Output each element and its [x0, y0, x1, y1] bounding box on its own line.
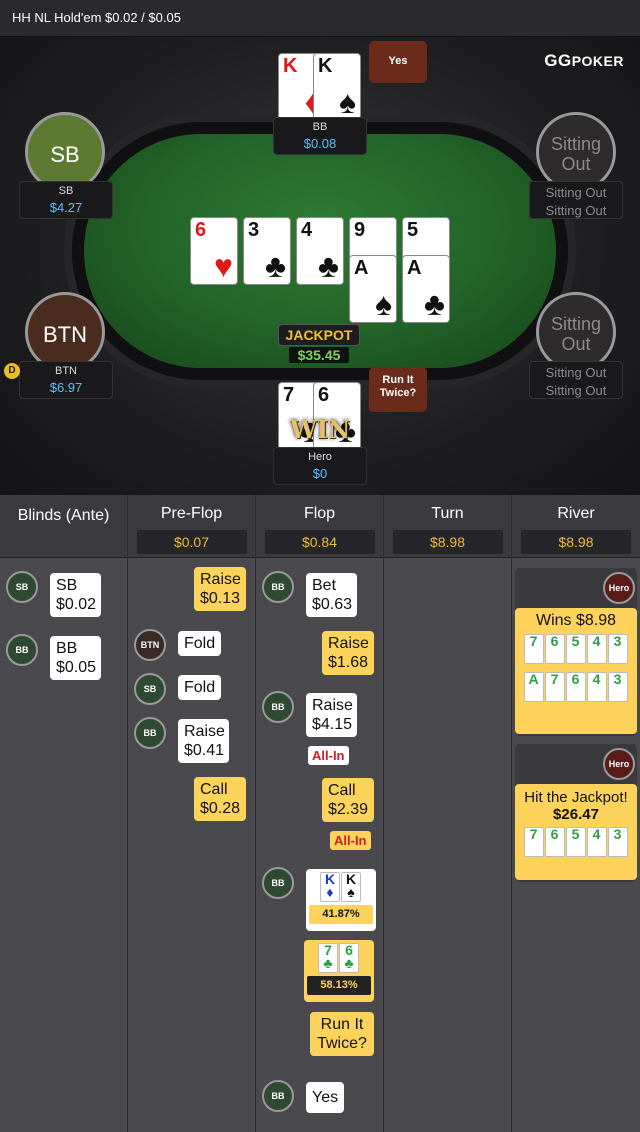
col-blinds: Blinds (Ante) SB SB $0.02 BB BB $0.05 [0, 495, 128, 1132]
sitting-out-seat-top[interactable]: Sitting Out [536, 112, 616, 192]
hand-history: Blinds (Ante) SB SB $0.02 BB BB $0.05 Pre-… [0, 495, 640, 1132]
action-hero-raise-flop: Raise $1.68 [322, 631, 374, 675]
bb-chip: BB [262, 691, 294, 723]
sitting-out-nameplate-bottom: Sitting Out Sitting Out [529, 361, 623, 399]
mini-card: 6 [544, 634, 565, 664]
jackpot-result-panel: Hero Hit the Jackpot! $26.47 76543 [515, 744, 637, 882]
action-bb-bet: Bet $0.63 [306, 573, 357, 617]
btn-seat-avatar[interactable]: BTN [25, 292, 105, 372]
sitting-out-seat-bottom[interactable]: Sitting Out [536, 292, 616, 372]
mini-card: 3 [607, 672, 628, 702]
col-flop: Flop $0.84 BB Bet $0.63 Raise $1.68 BB Rais… [256, 495, 384, 1132]
bb-chip: BB [134, 717, 166, 749]
mini-card: 7 [523, 827, 544, 857]
col-flop-header: Flop $0.84 [256, 495, 383, 558]
poker-table: GGPOKER K♦ K♠ BB$0.08 Yes SB SB$4.27 BTN… [0, 37, 640, 495]
action-hero-call: Call $0.28 [194, 777, 246, 821]
mini-card: 6 ♣ [339, 943, 359, 973]
col-river: River $8.98 Hero Wins $8.98 76543 A7643 H… [512, 495, 640, 1132]
run1-result-panel: Hero Wins $8.98 76543 A7643 [515, 568, 637, 736]
mini-card: 3 [607, 634, 628, 664]
sb-nameplate[interactable]: SB $4.27 [19, 181, 113, 219]
col-river-header: River $8.98 [512, 495, 640, 558]
board-card-2: 3 ♣ [243, 217, 291, 285]
sitting-out-nameplate-top: Sitting Out Sitting Out [529, 181, 623, 219]
jackpot-label: JACKPOT [278, 324, 360, 346]
jackpot-amount: $35.45 [289, 347, 349, 363]
ggpoker-logo: GGPOKER [544, 51, 624, 70]
action-bb-yes: Yes [306, 1082, 345, 1113]
bb-card-2: K ♠ [313, 53, 361, 121]
mini-card: 6 [544, 827, 565, 857]
mini-card: 4 [586, 672, 607, 702]
action-sb-fold: Fold [178, 675, 222, 700]
sb-seat-avatar[interactable]: SB [25, 112, 105, 192]
run1-board: A7643 [515, 672, 637, 702]
col-blinds-header: Blinds (Ante) [0, 495, 127, 558]
all-in-badge: All-In [308, 746, 349, 765]
hero-chip: Hero [603, 572, 635, 604]
mini-card: 7 ♣ [318, 943, 338, 973]
action-sb-post: SB $0.02 [50, 573, 101, 617]
mini-card: 5 [565, 634, 586, 664]
mini-card: 5 [565, 827, 586, 857]
btn-chip: BTN [134, 629, 166, 661]
bb-nameplate[interactable]: BB $0.08 [273, 117, 367, 155]
action-hero-call-flop: Call $2.39 [322, 778, 374, 822]
title-bar: HH NL Hold'em $0.02 / $0.05 [0, 0, 640, 37]
hero-speech-bubble: Run It Twice? [369, 367, 427, 412]
mini-card: K ♦ [320, 872, 340, 902]
mini-card: A [523, 672, 544, 702]
action-hero-raise: Raise $0.13 [194, 567, 246, 611]
jackpot-win-amount: $26.47 [553, 806, 599, 823]
col-preflop: Pre-Flop $0.07 Raise $0.13 BTN Fold SB Fol… [128, 495, 256, 1132]
dealer-button: D [4, 363, 20, 379]
run1-hand: 76543 [515, 634, 637, 664]
sb-chip: SB [134, 673, 166, 705]
action-bb-raise-flop: Raise $4.15 [306, 693, 357, 737]
hero-equity: 58.13% [307, 976, 371, 995]
bb-chip: BB [262, 1080, 294, 1112]
board2-card-5: A ♣ [402, 255, 450, 323]
run1-title: Wins $8.98 [535, 612, 617, 629]
bb-chip: BB [262, 571, 294, 603]
table-title: HH NL Hold'em $0.02 / $0.05 [12, 10, 181, 25]
bb-showdown-cards: K ♦K ♠ 41.87% [306, 869, 376, 931]
action-btn-fold: Fold [178, 631, 222, 656]
col-turn: Turn $8.98 [384, 495, 512, 1132]
sb-chip: SB [6, 571, 38, 603]
board2-card-4: A ♠ [349, 255, 397, 323]
col-turn-header: Turn $8.98 [384, 495, 511, 558]
action-bb-post: BB $0.05 [50, 636, 101, 680]
mini-card: 7 [523, 634, 544, 664]
board-card-1: 6 ♥ [190, 217, 238, 285]
mini-card: 3 [607, 827, 628, 857]
mini-card: 7 [544, 672, 565, 702]
mini-card: 4 [586, 827, 607, 857]
win-banner: WIN [289, 415, 351, 444]
jackpot-display: JACKPOT $35.45 [278, 324, 360, 366]
jackpot-title: Hit the Jackpot! [524, 789, 628, 806]
bb-equity: 41.87% [309, 905, 373, 924]
board-card-3: 4 ♣ [296, 217, 344, 285]
bb-chip: BB [6, 634, 38, 666]
mini-card: 6 [565, 672, 586, 702]
mini-card: K ♠ [341, 872, 361, 902]
bb-chip: BB [262, 867, 294, 899]
action-bb-raise: Raise $0.41 [178, 719, 229, 763]
action-run-it-twice: Run It Twice? [310, 1012, 374, 1056]
btn-nameplate[interactable]: BTN $6.97 [19, 361, 113, 399]
col-preflop-header: Pre-Flop $0.07 [128, 495, 255, 558]
hero-chip: Hero [603, 748, 635, 780]
hero-nameplate[interactable]: Hero $0 [273, 447, 367, 485]
jackpot-hand: 76543 [515, 827, 637, 857]
mini-card: 4 [586, 634, 607, 664]
hero-showdown-cards: 7 ♣6 ♣ 58.13% [304, 940, 374, 1002]
all-in-badge: All-In [330, 831, 371, 850]
bb-speech-bubble: Yes [369, 41, 427, 83]
